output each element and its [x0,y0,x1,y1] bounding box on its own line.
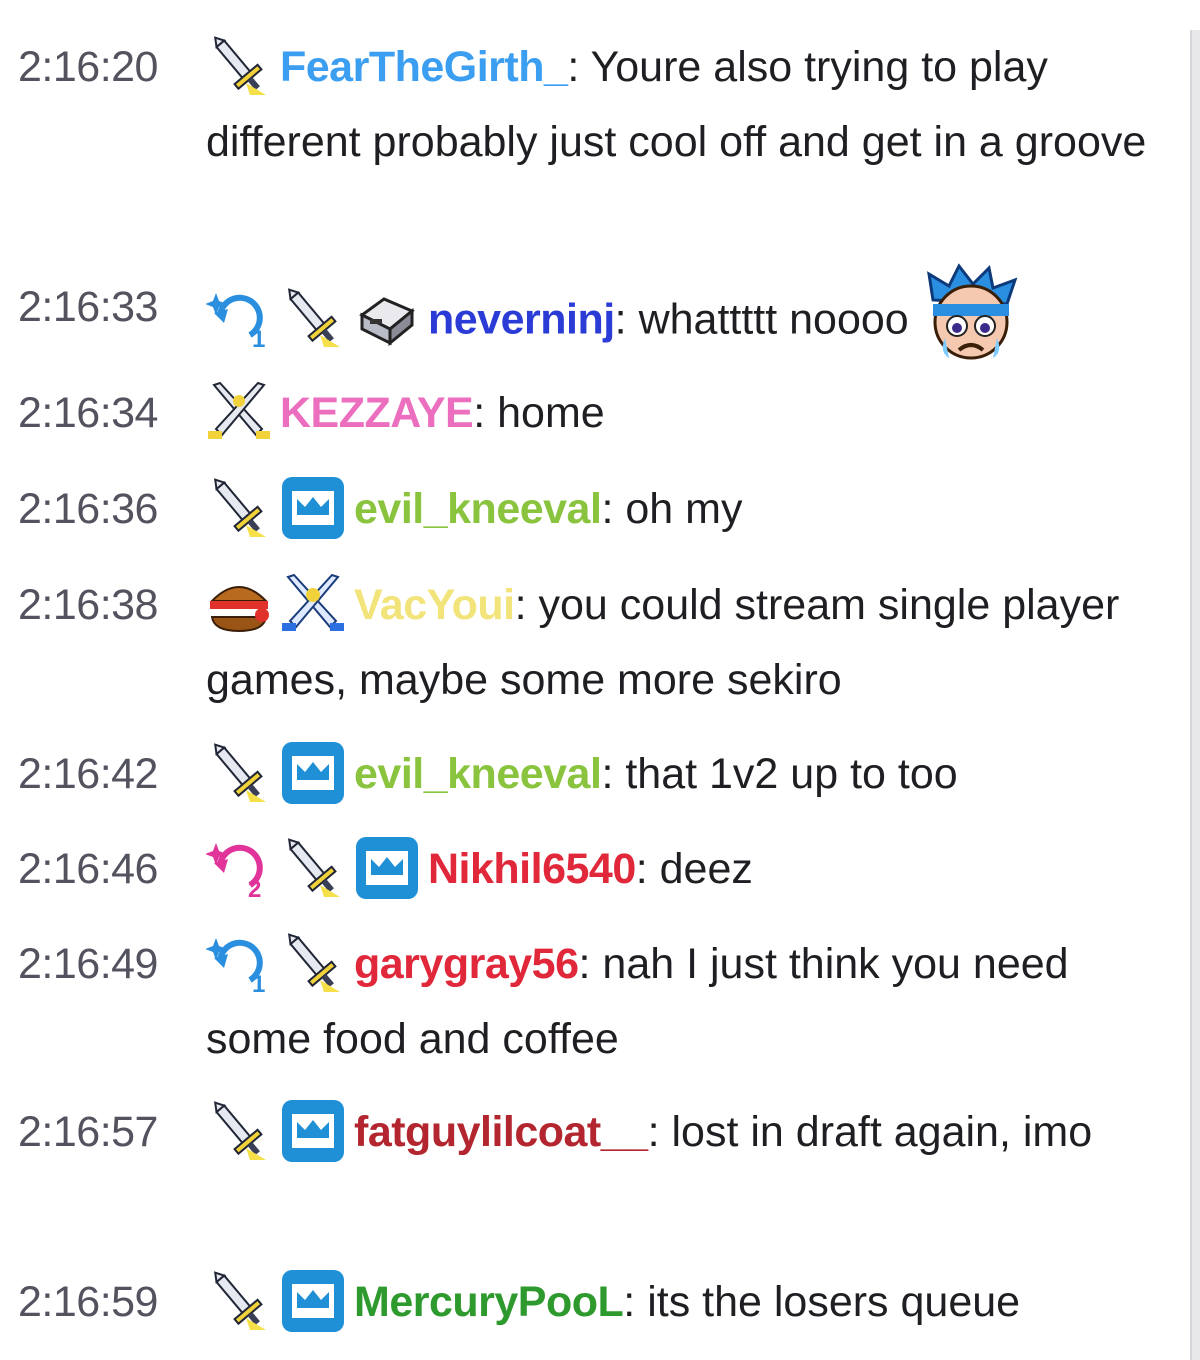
message-body: MercuryPooL: its the losers queue [206,1265,1150,1340]
message-text: its the losers queue [647,1278,1021,1326]
message-timestamp: 2:16:49 [18,940,158,988]
username[interactable]: Nikhil6540 [428,845,636,893]
message-body: evil_kneeval: oh my [206,472,1150,547]
chat-message: 2:16:46 2 Nikhil6540: deez [0,832,1150,907]
crown-icon[interactable] [280,475,346,541]
username-separator: : [623,1278,648,1326]
message-text: that 1v2 up to too [625,750,958,798]
message-body: 2 Nikhil6540: deez [206,832,1150,907]
sub-gift-1-icon[interactable]: 1 [206,285,272,351]
message-text: deez [659,845,753,893]
username-separator: : [635,845,660,893]
message-body: FearTheGirth_: Youre also trying to play… [206,30,1150,180]
username[interactable]: neverninj [428,295,615,343]
username-separator: : [647,1108,672,1156]
svg-text:2: 2 [248,876,261,901]
sword-icon[interactable] [206,1098,272,1164]
crown-icon[interactable] [280,740,346,806]
chat-message: 2:16:20 FearTheGirth_: Youre also trying… [0,30,1150,180]
sword-icon[interactable] [280,930,346,996]
username-separator: : [614,295,639,344]
crying-face-icon[interactable] [919,260,1023,364]
crown-icon[interactable] [354,835,420,901]
burger-icon[interactable] [206,571,272,637]
message-body: fatguylilcoat__: lost in draft again, im… [206,1095,1150,1170]
chat-message: 2:16:59 MercuryPooL: its the losers queu… [0,1265,1150,1340]
message-text: home [497,389,605,437]
message-timestamp: 2:16:20 [18,43,158,91]
chat-message: 2:16:49 1 garygray56: nah I just think y… [0,927,1150,1077]
chat-message: 2:16:34 KEZZAYE: home [0,376,1150,451]
message-timestamp: 2:16:46 [18,845,158,893]
message-timestamp: 2:16:38 [18,581,158,629]
svg-text:1: 1 [252,326,265,351]
username[interactable]: KEZZAYE [280,389,474,437]
username[interactable]: garygray56 [354,940,579,988]
message-timestamp: 2:16:59 [18,1278,158,1326]
chat-scrollbar[interactable] [1190,30,1200,1360]
chat-message: 2:16:33 1 neverninj: whattttt noooo [0,263,1150,374]
crossed-swords-icon[interactable] [206,379,272,445]
sword-icon[interactable] [280,835,346,901]
message-body: VacYoui: you could stream single player … [206,568,1150,718]
username-separator: : [514,581,539,629]
username-separator: : [578,940,603,988]
username-separator: : [473,389,498,437]
sword-icon[interactable] [206,475,272,541]
username[interactable]: FearTheGirth_ [280,43,568,91]
message-body: 1 garygray56: nah I just think you need … [206,927,1150,1077]
chat-message: 2:16:42 evil_kneeval: that 1v2 up to too [0,737,1150,812]
message-timestamp: 2:16:57 [18,1108,158,1156]
chat-message: 2:16:57 fatguylilcoat__: lost in draft a… [0,1095,1150,1170]
message-body: evil_kneeval: that 1v2 up to too [206,737,1150,812]
username-separator: : [601,485,626,533]
sub-gift-1-icon[interactable]: 1 [206,930,272,996]
username-separator: : [567,43,591,91]
message-timestamp: 2:16:34 [18,389,158,437]
username[interactable]: VacYoui [354,581,515,629]
message-body: KEZZAYE: home [206,376,1150,451]
typewriter-icon[interactable] [354,285,420,351]
chat-message: 2:16:36 evil_kneeval: oh my [0,472,1150,547]
username-separator: : [601,750,626,798]
message-timestamp: 2:16:42 [18,750,158,798]
sub-gift-2-icon[interactable]: 2 [206,835,272,901]
message-timestamp: 2:16:36 [18,485,158,533]
message-timestamp: 2:16:33 [18,283,158,331]
username[interactable]: fatguylilcoat__ [354,1108,648,1156]
message-text: lost in draft again, imo [671,1108,1093,1156]
sword-icon[interactable] [280,285,346,351]
sword-icon[interactable] [206,33,272,99]
sword-icon[interactable] [206,740,272,806]
message-text: whattttt noooo [638,295,909,344]
message-text: oh my [625,485,743,533]
crown-icon[interactable] [280,1268,346,1334]
message-body: 1 neverninj: whattttt noooo [206,263,1150,374]
crossed-swords-blue-icon[interactable] [280,571,346,637]
chat-log: 2:16:20 FearTheGirth_: Youre also trying… [0,0,1180,1356]
chat-message: 2:16:38 VacYoui: you could stream single… [0,568,1150,718]
crown-icon[interactable] [280,1098,346,1164]
username[interactable]: evil_kneeval [354,750,602,798]
sword-icon[interactable] [206,1268,272,1334]
username[interactable]: MercuryPooL [354,1278,624,1326]
svg-text:1: 1 [252,971,265,996]
username[interactable]: evil_kneeval [354,485,602,533]
